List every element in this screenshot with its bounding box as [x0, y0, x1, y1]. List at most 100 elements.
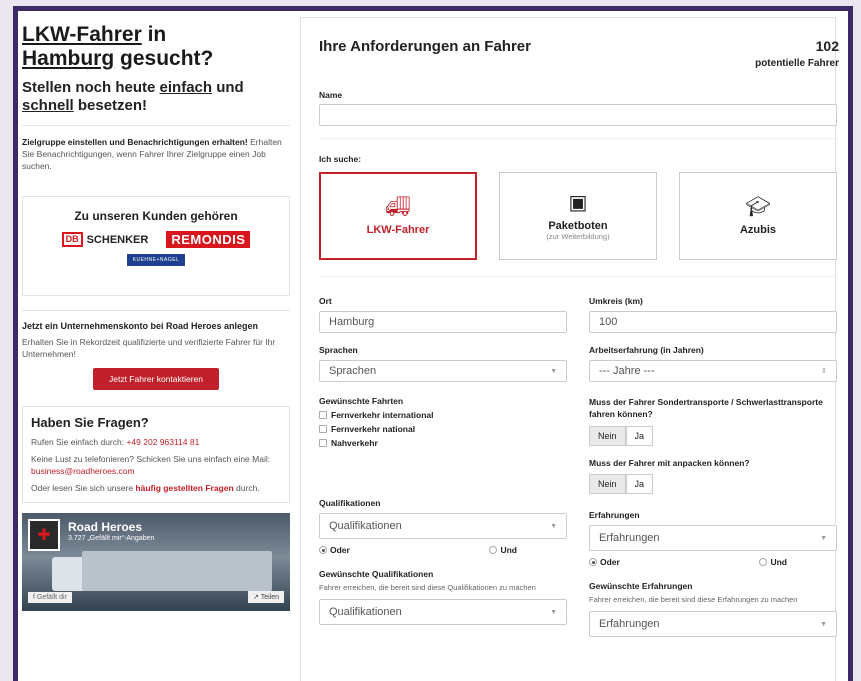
schenker-logo-text: SCHENKER: [86, 233, 149, 246]
fb-likes-count: 3.727 „Gefällt mir“-Angaben: [68, 535, 155, 542]
form-right-column: Umkreis (km) 100 Arbeitserfahrung (in Ja…: [589, 296, 837, 637]
checkbox-label: Fernverkehr national: [331, 424, 416, 434]
fb-like-label: Gefällt dir: [36, 594, 67, 601]
phone-link[interactable]: +49 202 963114 81: [126, 437, 199, 447]
gew-quali-select[interactable]: Qualifikationen ▼: [319, 599, 567, 625]
faq-call-text: Rufen Sie einfach durch:: [31, 437, 127, 447]
radio-icon: [319, 546, 327, 554]
anpacken-ja-button[interactable]: Ja: [625, 474, 654, 494]
gew-erf-label: Gewünschte Erfahrungen: [589, 581, 693, 591]
radio-quali-oder[interactable]: Oder: [319, 545, 350, 555]
tile-lkw-fahrer[interactable]: 🚚︎ LKW-Fahrer: [319, 172, 477, 260]
sonder-ja-button[interactable]: Ja: [625, 426, 654, 446]
fb-like-button[interactable]: f Gefällt dir: [28, 592, 72, 603]
radio-icon: [489, 546, 498, 554]
sonder-nein-button[interactable]: Nein: [589, 426, 626, 446]
checkbox-icon: [319, 411, 327, 419]
quali-label: Qualifikationen: [319, 498, 381, 508]
quali-select[interactable]: Qualifikationen ▼: [319, 513, 567, 539]
fahrten-label: Gewünschte Fahrten: [319, 396, 404, 406]
erfahrung-label: Arbeitserfahrung (in Jahren): [589, 345, 704, 355]
chevron-down-icon: ▼: [820, 620, 827, 628]
share-icon: ↗: [253, 594, 261, 601]
sonder-label: Muss der Fahrer Sondertransporte / Schwe…: [589, 397, 823, 419]
sonder-toggle: Nein Ja: [589, 426, 837, 446]
faq-mail-text: Keine Lust zu telefonieren? Schicken Sie…: [31, 454, 271, 464]
erf-logic: Oder Und: [589, 557, 837, 567]
faq-box: Haben Sie Fragen? Rufen Sie einfach durc…: [22, 406, 290, 503]
tile-azubis[interactable]: 🎓︎ Azubis: [679, 172, 837, 260]
facebook-widget[interactable]: ✚ Road Heroes 3.727 „Gefällt mir“-Angabe…: [22, 513, 290, 611]
driver-type-tiles: 🚚︎ LKW-Fahrer ▣ Paketboten (zur Weiterbi…: [319, 172, 837, 260]
anpacken-label: Muss der Fahrer mit anpacken können?: [589, 458, 750, 468]
chevron-down-icon: ▼: [550, 367, 557, 375]
hero-title: LKW-Fahrer in Hamburg gesucht?: [22, 23, 290, 71]
form-title: Ihre Anforderungen an Fahrer: [319, 38, 531, 55]
cta-title: Jetzt ein Unternehmenskonto bei Road Her…: [22, 321, 259, 331]
hero-sub-3: und: [212, 79, 244, 96]
faq-call: Rufen Sie einfach durch: +49 202 963114 …: [31, 436, 281, 448]
chevron-down-icon: ▼: [550, 608, 557, 616]
radio-label: Und: [500, 545, 517, 555]
divider: [319, 276, 837, 277]
checkbox-fernverkehr-international[interactable]: Fernverkehr international: [319, 410, 567, 420]
checkbox-label: Fernverkehr international: [331, 410, 434, 420]
chevron-updown-icon: ⇕: [821, 368, 827, 375]
erf-select[interactable]: Erfahrungen ▼: [589, 525, 837, 551]
sprachen-label: Sprachen: [319, 345, 358, 355]
radio-erf-und[interactable]: Und: [759, 557, 787, 567]
erfahrung-select[interactable]: --- Jahre --- ⇕: [589, 360, 837, 382]
radio-quali-und[interactable]: Und: [489, 545, 517, 555]
checkbox-label: Nahverkehr: [331, 438, 378, 448]
erf-placeholder: Erfahrungen: [599, 532, 660, 544]
notify-text: Zielgruppe einstellen und Benachrichtigu…: [22, 136, 290, 172]
quali-placeholder: Qualifikationen: [329, 520, 402, 532]
logo-row: DB SCHENKER REMONDIS: [31, 231, 281, 248]
form-left-column: Ort Hamburg Sprachen Sprachen ▼ Gewünsch…: [319, 296, 567, 625]
contact-drivers-button[interactable]: Jetzt Fahrer kontaktieren: [93, 368, 219, 390]
truck-icon: 🚚︎: [385, 196, 411, 218]
gew-quali-hint: Fahrer erreichen, die bereit sind diese …: [319, 583, 536, 592]
quali-logic: Oder Und: [319, 545, 567, 555]
hero-sub-4: schnell: [22, 97, 74, 114]
divider: [22, 125, 290, 126]
radio-label: Oder: [600, 557, 620, 567]
faq-read-text: Oder lesen Sie sich unsere: [31, 483, 136, 493]
chevron-down-icon: ▼: [550, 522, 557, 530]
checkbox-fernverkehr-national[interactable]: Fernverkehr national: [319, 424, 567, 434]
gew-erf-hint: Fahrer erreichen, die bereit sind diese …: [589, 595, 798, 604]
faq-mail: Keine Lust zu telefonieren? Schicken Sie…: [31, 453, 281, 477]
fb-share-button[interactable]: ↗ Teilen: [248, 591, 284, 603]
kunden-box: Zu unseren Kunden gehören DB SCHENKER RE…: [22, 196, 290, 296]
umkreis-input[interactable]: 100: [589, 311, 837, 333]
page-frame: LKW-Fahrer in Hamburg gesucht? Stellen n…: [13, 6, 853, 681]
db-logo-mark: DB: [61, 232, 83, 247]
truck-trailer-image: [82, 551, 272, 591]
graduation-cap-icon: 🎓︎: [745, 196, 771, 218]
gew-erf-select[interactable]: Erfahrungen ▼: [589, 611, 837, 637]
checkbox-nahverkehr[interactable]: Nahverkehr: [319, 438, 567, 448]
radio-erf-oder[interactable]: Oder: [589, 557, 620, 567]
divider: [22, 310, 290, 311]
db-schenker-logo: DB SCHENKER: [61, 232, 149, 247]
cta-text: Erhalten Sie in Rekordzeit qualifizierte…: [22, 337, 276, 359]
tile-label: Azubis: [739, 224, 777, 236]
tile-paketboten[interactable]: ▣ Paketboten (zur Weiterbildung): [499, 172, 657, 260]
anpacken-nein-button[interactable]: Nein: [589, 474, 626, 494]
hero-title-end: gesucht?: [114, 47, 214, 70]
name-input[interactable]: [319, 104, 837, 126]
hero-subtitle: Stellen noch heute einfach und schnell b…: [22, 79, 290, 115]
radio-icon: [589, 558, 597, 566]
sidebar: LKW-Fahrer in Hamburg gesucht? Stellen n…: [22, 17, 290, 611]
faq-title: Haben Sie Fragen?: [31, 415, 149, 430]
fb-page-name[interactable]: Road Heroes: [68, 520, 142, 534]
email-link[interactable]: business@roadheroes.com: [31, 466, 135, 476]
remondis-logo: REMONDIS: [166, 231, 251, 248]
ort-input[interactable]: Hamburg: [319, 311, 567, 333]
faq-link[interactable]: häufig gestellten Fragen: [135, 483, 233, 493]
kn-logo-text: KUEHNE+NAGEL: [126, 254, 186, 266]
sprachen-select[interactable]: Sprachen ▼: [319, 360, 567, 382]
hero-sub-5: besetzen!: [73, 97, 148, 114]
radio-icon: [759, 558, 768, 566]
hero-title-in: in: [141, 23, 167, 46]
